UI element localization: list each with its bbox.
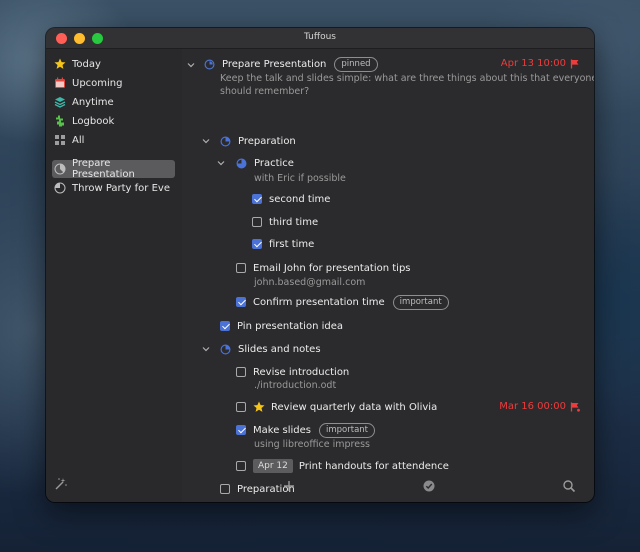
progress-pie-icon <box>220 136 231 146</box>
checkbox[interactable] <box>220 321 230 331</box>
app-window: Tuffous Today Upcoming Anytime Logbook A… <box>46 28 594 502</box>
star-icon <box>253 401 265 412</box>
sidebar-item-anytime[interactable]: Anytime <box>52 93 175 111</box>
sidebar-item-label: Prepare Presentation <box>72 158 135 180</box>
task-review-data[interactable]: Review quarterly data with Olivia <box>236 400 437 414</box>
due-date-text: Apr 13 10:00 <box>500 58 566 69</box>
search-icon[interactable] <box>562 479 576 493</box>
checkbox[interactable] <box>236 263 246 273</box>
progress-pie-icon <box>54 182 66 194</box>
sidebar-item-all[interactable]: All <box>52 131 175 149</box>
flag-icon <box>570 59 579 68</box>
layers-icon <box>54 97 66 108</box>
flag-alert-icon <box>570 402 580 412</box>
grid-icon <box>55 135 65 145</box>
task-title: Print handouts for attendence <box>298 460 449 472</box>
task-note: ./introduction.odt <box>254 380 337 391</box>
task-title: Practice <box>254 157 294 169</box>
task-due-date: Mar 16 00:00 <box>499 401 580 412</box>
sidebar-item-label: Upcoming <box>72 77 123 89</box>
title-bar: Tuffous <box>46 28 594 49</box>
checkbox[interactable] <box>236 367 246 377</box>
sidebar-item-logbook[interactable]: Logbook <box>52 112 175 130</box>
checkbox[interactable] <box>220 484 230 494</box>
task-pin-idea[interactable]: Pin presentation idea <box>220 319 343 333</box>
task-make-slides[interactable]: Make slides important <box>236 422 375 438</box>
sidebar-item-label: Logbook <box>72 115 115 127</box>
task-practice[interactable]: Practice <box>236 156 294 170</box>
window-title: Tuffous <box>304 32 336 42</box>
task-title: third time <box>269 216 319 228</box>
task-note: using libreoffice impress <box>254 439 370 450</box>
chevron-down-icon[interactable] <box>186 60 196 70</box>
main-content: Prepare Presentation pinned Apr 13 10:00… <box>182 49 594 502</box>
chevron-down-icon[interactable] <box>216 158 226 168</box>
task-email-john[interactable]: Email John for presentation tips <box>236 261 411 275</box>
chevron-down-icon[interactable] <box>201 344 211 354</box>
checkbox[interactable] <box>236 461 246 471</box>
chevron-down-icon[interactable] <box>201 136 211 146</box>
sidebar: Today Upcoming Anytime Logbook All Prepa… <box>46 49 182 502</box>
project-title[interactable]: Prepare Presentation <box>222 59 326 70</box>
task-slides-and-notes[interactable]: Slides and notes <box>220 342 321 356</box>
task-title: first time <box>269 238 315 250</box>
sidebar-item-today[interactable]: Today <box>52 55 175 73</box>
tag-important: important <box>392 294 449 310</box>
magic-wand-icon[interactable] <box>54 477 68 491</box>
checkbox[interactable] <box>252 217 262 227</box>
task-title: Make slides <box>253 424 311 436</box>
task-revise-intro[interactable]: Revise introduction <box>236 365 349 379</box>
pinned-badge: pinned <box>334 56 378 72</box>
project-due-date: Apr 13 10:00 <box>501 58 580 69</box>
checkbox[interactable] <box>236 297 246 307</box>
progress-pie-icon <box>236 158 247 168</box>
task-title: Slides and notes <box>238 343 321 355</box>
calendar-icon <box>55 77 65 88</box>
task-title: Revise introduction <box>253 366 350 378</box>
task-title: second time <box>269 193 331 205</box>
logbook-icon <box>56 115 64 127</box>
sidebar-item-label: Throw Party for Eve <box>72 182 170 194</box>
date-chip: Apr 12 <box>253 459 293 473</box>
project-header: Prepare Presentation pinned <box>204 56 378 72</box>
plus-icon[interactable] <box>282 479 296 493</box>
checkbox[interactable] <box>252 239 262 249</box>
progress-pie-icon <box>220 344 231 354</box>
task-title: Confirm presentation time <box>253 296 385 308</box>
task-confirm-time[interactable]: Confirm presentation time important <box>236 294 449 310</box>
task-first-time[interactable]: first time <box>252 237 314 251</box>
task-title: Preparation <box>238 135 296 147</box>
progress-pie-icon <box>54 163 66 175</box>
task-note: with Eric if possible <box>254 173 346 184</box>
star-icon <box>54 58 66 69</box>
due-date-text: Mar 16 00:00 <box>499 401 566 412</box>
task-print-handouts[interactable]: Apr 12 Print handouts for attendence <box>236 458 449 474</box>
sidebar-project-throw-party[interactable]: Throw Party for Eve <box>52 179 175 197</box>
checkbox[interactable] <box>236 425 246 435</box>
task-title: Review quarterly data with Olivia <box>271 401 438 413</box>
task-note: john.based@gmail.com <box>254 277 366 288</box>
sidebar-item-label: Today <box>72 58 101 70</box>
task-title: Email John for presentation tips <box>253 262 411 274</box>
task-third-time[interactable]: third time <box>252 215 318 229</box>
project-notes-line-2: should remember? <box>220 86 310 97</box>
checkbox[interactable] <box>252 194 262 204</box>
task-preparation[interactable]: Preparation <box>220 134 296 148</box>
project-progress-icon <box>204 59 215 69</box>
tag-important: important <box>319 422 375 438</box>
checkbox[interactable] <box>236 402 246 412</box>
check-circle-icon[interactable] <box>422 479 436 493</box>
sidebar-item-upcoming[interactable]: Upcoming <box>52 74 175 92</box>
sidebar-project-prepare-presentation[interactable]: Prepare Presentation <box>52 158 175 180</box>
project-notes-line-1: Keep the talk and slides simple: what ar… <box>220 73 594 84</box>
task-second-time[interactable]: second time <box>252 192 330 206</box>
sidebar-item-label: All <box>72 134 85 146</box>
sidebar-item-label: Anytime <box>72 96 114 108</box>
task-title: Pin presentation idea <box>237 320 343 332</box>
